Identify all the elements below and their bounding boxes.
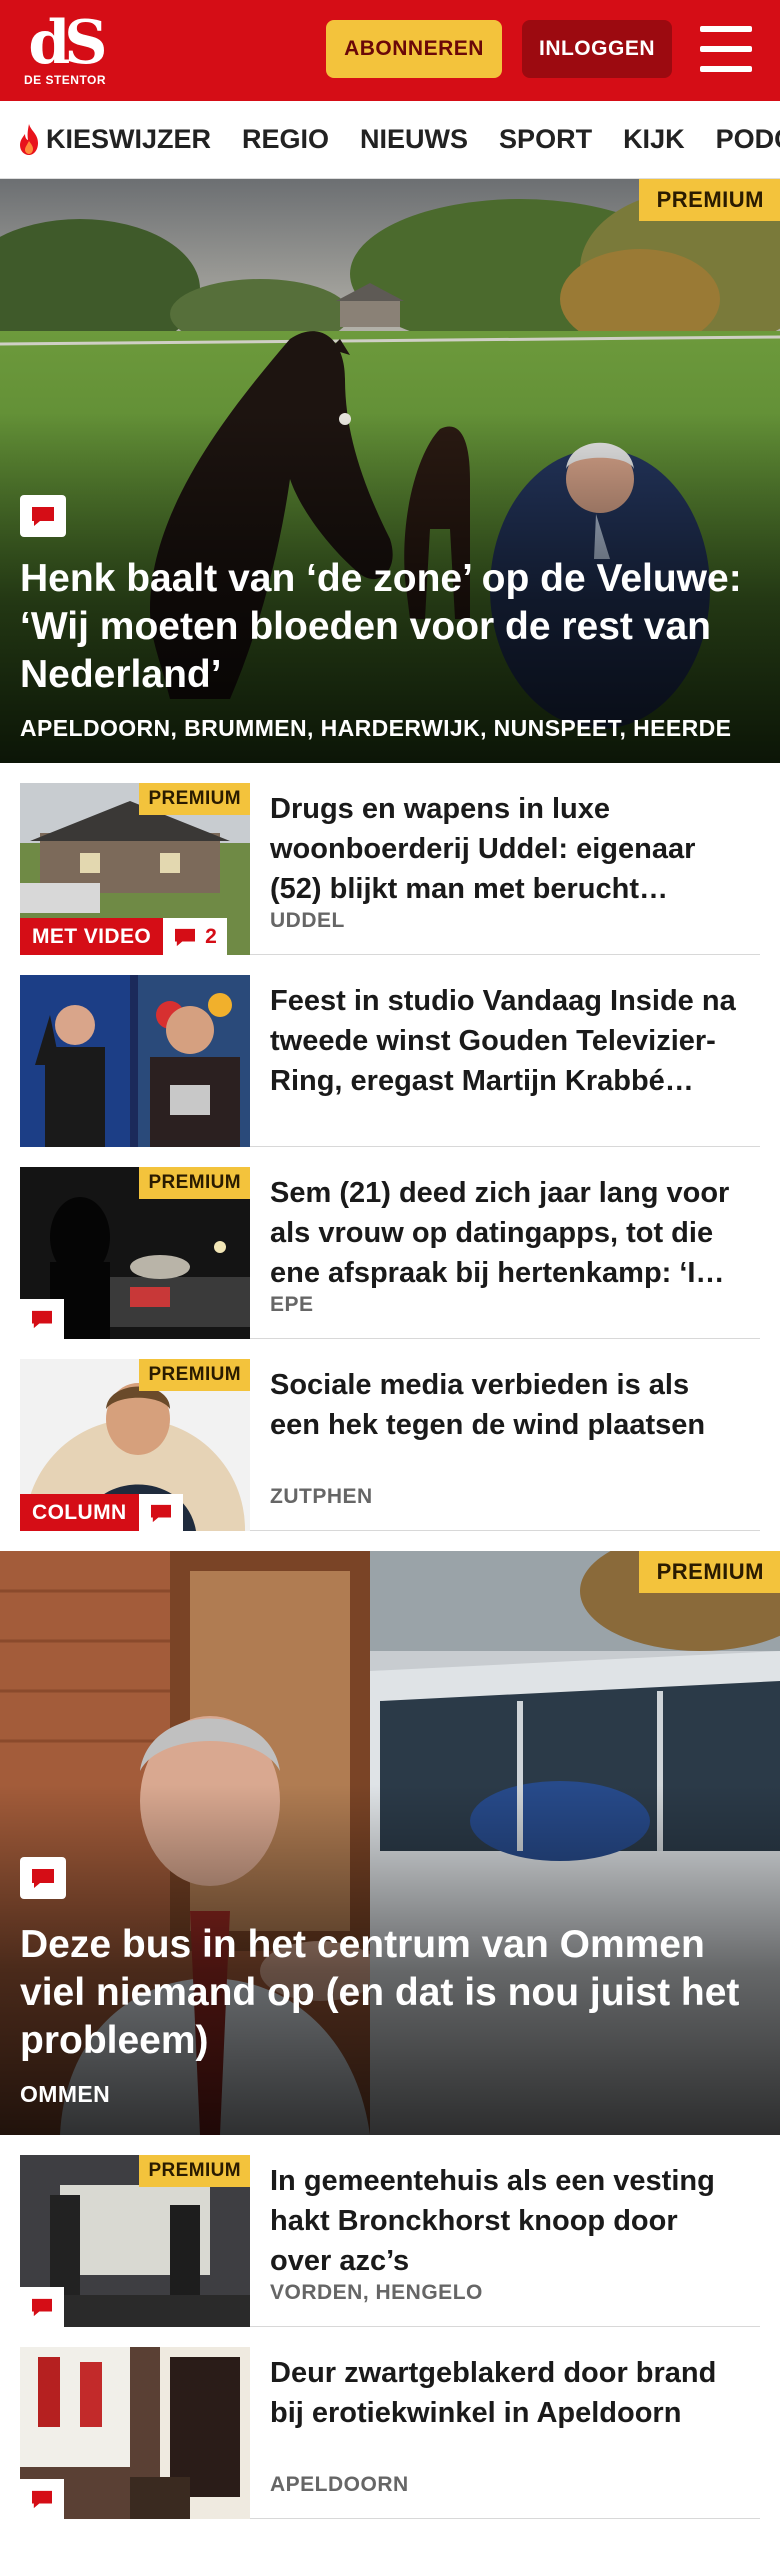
logo-subtitle: DE STENTOR [23,72,107,87]
list-item[interactable]: Deur zwartgeblakerd door brand bij eroti… [20,2327,760,2519]
premium-badge: PREMIUM [638,1551,780,1593]
premium-badge: PREMIUM [638,179,780,221]
hero-headline[interactable]: Deze bus in het centrum van Ommen viel n… [20,1921,758,2065]
premium-badge: PREMIUM [139,1359,250,1391]
premium-badge: PREMIUM [139,1167,250,1199]
list-item[interactable]: PREMIUM Sem (21) deed zich jaar lang voo… [20,1147,760,1339]
hero-headline[interactable]: Henk baalt van ‘de zone’ op de Veluwe: ‘… [20,555,758,699]
article-thumbnail: PREMIUM [20,1167,250,1339]
article-thumbnail [20,975,250,1147]
site-header: dS DE STENTOR ABONNEREN INLOGGEN [0,0,780,101]
article-thumbnail [20,2347,250,2519]
article-headline[interactable]: Deur zwartgeblakerd door brand bij eroti… [270,2353,740,2433]
article-location: APELDOORN [270,2473,409,2496]
list-item[interactable]: PREMIUM COLUMN Sociale media verbieden i… [20,1339,760,1531]
article-list: PREMIUM In gemeentehuis als een vesting … [0,2135,780,2519]
column-tag: COLUMN [20,1494,139,1531]
comment-count-value: 2 [205,924,217,948]
section-nav: KIESWIJZER REGIO NIEUWS SPORT KIJK PODCA… [0,101,780,179]
nav-item-podcast[interactable]: PODCAST [716,124,780,155]
comment-icon[interactable] [20,1299,64,1339]
video-tag: MET VIDEO [20,918,164,955]
list-item[interactable]: Feest in studio Vandaag Inside na tweede… [20,955,760,1147]
list-item[interactable]: PREMIUM In gemeentehuis als een vesting … [20,2135,760,2327]
hero-location: OMMEN [20,2081,111,2107]
article-headline[interactable]: Sociale media verbieden is als een hek t… [270,1365,740,1445]
comment-icon[interactable] [20,2287,64,2327]
site-logo[interactable]: dS DE STENTOR [20,10,110,92]
hero-article[interactable]: PREMIUM Deze bus in het centrum van Omme… [0,1551,780,2135]
subscribe-button[interactable]: ABONNEREN [326,20,502,78]
article-headline[interactable]: In gemeentehuis als een vesting hakt Bro… [270,2161,740,2281]
hero-location: APELDOORN, BRUMMEN, HARDERWIJK, NUNSPEET… [20,715,732,741]
article-headline[interactable]: Drugs en wapens in luxe woonboerderij Ud… [270,789,740,909]
comment-count[interactable]: 2 [163,918,227,955]
article-location: VORDEN, HENGELO [270,2281,483,2304]
comment-icon[interactable] [138,1494,183,1531]
article-location: UDDEL [270,909,345,932]
nav-item-nieuws[interactable]: NIEUWS [360,124,468,155]
nav-item-kieswijzer[interactable]: KIESWIJZER [16,123,211,157]
nav-item-regio[interactable]: REGIO [242,124,329,155]
premium-badge: PREMIUM [139,2155,250,2187]
comment-icon [175,928,196,946]
comment-icon[interactable] [20,2479,64,2519]
menu-icon[interactable] [700,26,752,72]
article-location: ZUTPHEN [270,1485,373,1508]
article-thumbnail: PREMIUM MET VIDEO 2 [20,783,250,955]
article-thumbnail: PREMIUM [20,2155,250,2327]
logo-mark: dS [28,7,107,78]
article-thumbnail: PREMIUM COLUMN [20,1359,250,1531]
hero-article[interactable]: PREMIUM Henk baalt van ‘de zone’ op de V… [0,179,780,763]
article-headline[interactable]: Feest in studio Vandaag Inside na tweede… [270,981,740,1101]
comment-icon[interactable] [20,1857,66,1899]
nav-item-sport[interactable]: SPORT [499,124,592,155]
nav-label: KIESWIJZER [46,124,212,154]
article-headline[interactable]: Sem (21) deed zich jaar lang voor als vr… [270,1173,740,1293]
login-button[interactable]: INLOGGEN [522,20,672,78]
article-location: EPE [270,1293,314,1316]
article-list: PREMIUM MET VIDEO 2 Drugs en wapens in l… [0,763,780,1531]
comment-icon[interactable] [20,495,66,537]
nav-item-kijk[interactable]: KIJK [623,124,685,155]
premium-badge: PREMIUM [139,783,250,815]
flame-icon [20,123,38,155]
list-item[interactable]: PREMIUM MET VIDEO 2 Drugs en wapens in l… [20,763,760,955]
